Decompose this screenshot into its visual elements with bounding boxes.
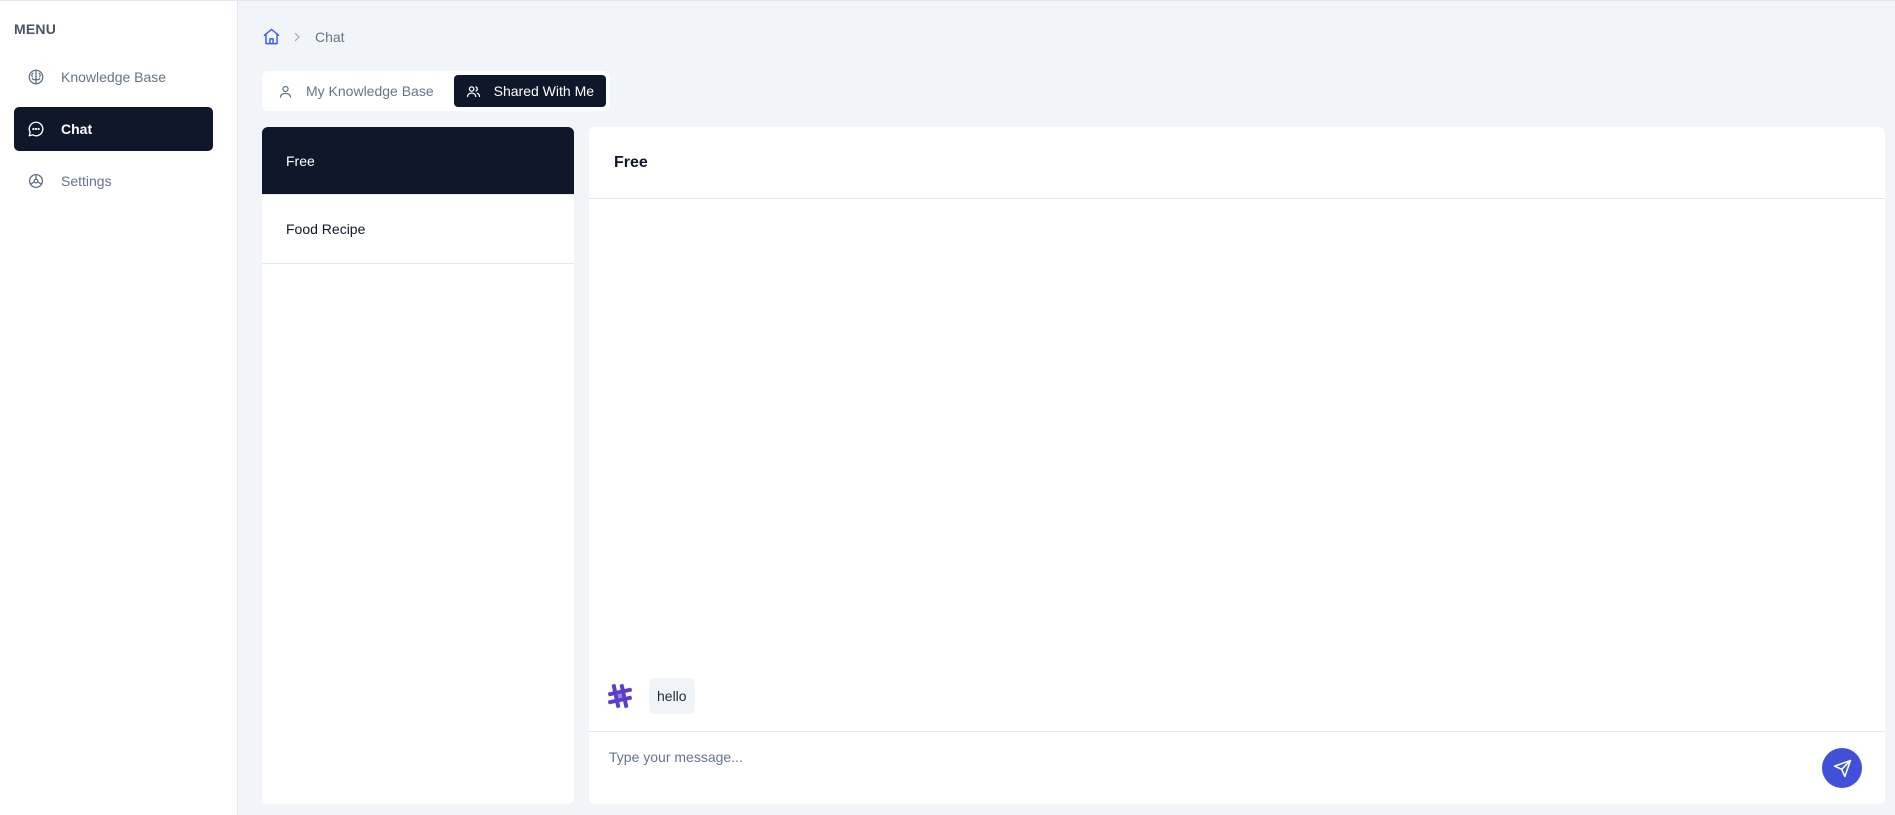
sidebar-item-chat[interactable]: Chat <box>14 107 213 151</box>
menu-title: MENU <box>14 21 57 37</box>
chat-list-item-food-recipe[interactable]: Food Recipe <box>262 195 574 264</box>
logo-avatar-icon <box>605 681 635 711</box>
sidebar-item-label: Chat <box>61 121 93 137</box>
chat-title: Free <box>589 127 1885 199</box>
tab-my-knowledge-base[interactable]: My Knowledge Base <box>266 75 446 107</box>
app-window: MENU Knowledge Base Chat Settings Chat M… <box>0 0 1895 815</box>
user-icon <box>278 84 293 99</box>
message-bubble: hello <box>649 678 695 714</box>
breadcrumb-current: Chat <box>315 28 345 45</box>
chat-panel: Free hello <box>589 127 1885 804</box>
message-input[interactable] <box>599 742 1789 772</box>
sidebar-item-knowledge-base[interactable]: Knowledge Base <box>14 55 213 99</box>
tab-label: My Knowledge Base <box>306 83 434 99</box>
message-composer <box>589 731 1885 804</box>
sidebar-item-settings[interactable]: Settings <box>14 159 213 203</box>
sidebar: MENU Knowledge Base Chat Settings <box>0 1 238 815</box>
tab-label: Shared With Me <box>493 83 595 99</box>
settings-icon <box>26 171 46 191</box>
breadcrumb: Chat <box>262 27 345 46</box>
message-item: hello <box>605 678 695 714</box>
knowledge-tabs: My Knowledge Base Shared With Me <box>262 71 611 111</box>
sidebar-item-label: Settings <box>61 173 112 189</box>
chat-list-item-free[interactable]: Free <box>262 127 574 195</box>
message-circle-icon <box>26 119 46 139</box>
home-icon[interactable] <box>262 27 281 46</box>
send-button[interactable] <box>1822 748 1862 788</box>
message-list[interactable]: hello <box>589 199 1885 732</box>
users-icon <box>466 84 481 99</box>
chevron-right-icon <box>291 31 303 43</box>
tab-shared-with-me[interactable]: Shared With Me <box>453 75 607 107</box>
chat-list: Free Food Recipe <box>262 127 574 804</box>
sidebar-item-label: Knowledge Base <box>61 69 167 85</box>
brain-icon <box>26 67 46 87</box>
send-icon <box>1833 759 1852 778</box>
